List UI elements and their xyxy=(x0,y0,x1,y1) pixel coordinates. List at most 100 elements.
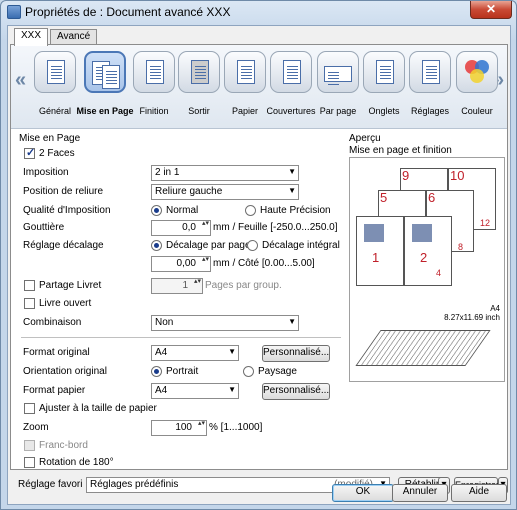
fit-checkbox[interactable] xyxy=(24,403,35,414)
chevron-down-icon: ▼ xyxy=(288,167,296,176)
preview-section-title: Aperçu xyxy=(349,133,381,144)
shift-per-page-label: Décalage par page xyxy=(166,240,251,251)
dialog-window: Propriétés de : Document avancé XXX ✕ XX… xyxy=(0,0,517,510)
close-button[interactable]: ✕ xyxy=(470,1,512,19)
original-format-select[interactable]: A4 ▼ xyxy=(151,345,239,361)
shift-integral-label: Décalage intégral xyxy=(262,240,340,251)
printer-icon xyxy=(34,51,76,93)
shift-per-page-radio[interactable] xyxy=(151,240,162,251)
layout-icon xyxy=(84,51,126,93)
layout-section-title: Mise en Page xyxy=(19,133,81,144)
help-button[interactable]: Aide xyxy=(451,484,507,502)
page-number: 5 xyxy=(380,190,388,205)
paper-icon xyxy=(224,51,266,93)
original-format-label: Format original xyxy=(23,347,90,358)
paper-format-value: A4 xyxy=(155,385,168,396)
paper-tray-illustration xyxy=(355,330,491,366)
zoom-label: Zoom xyxy=(23,422,49,433)
shift-input[interactable]: 0,00 xyxy=(151,256,211,272)
flower-image-icon xyxy=(364,224,384,242)
orientation-label: Orientation original xyxy=(23,366,107,377)
quality-label: Qualité d'Imposition xyxy=(23,205,111,216)
booklet-checkbox[interactable] xyxy=(24,280,35,291)
open-book-label: Livre ouvert xyxy=(39,298,92,309)
quality-normal-radio[interactable] xyxy=(151,205,162,216)
tabs-icon xyxy=(363,51,405,93)
zoom-unit: % [1...1000] xyxy=(209,422,263,433)
page-number: 9 xyxy=(402,168,410,183)
page-number: 12 xyxy=(480,218,491,228)
paper-format-select[interactable]: A4 ▼ xyxy=(151,383,239,399)
ok-button[interactable]: OK xyxy=(332,484,394,502)
binding-label: Position de reliure xyxy=(23,186,104,197)
paper-custom-button[interactable]: Personnalisé... xyxy=(262,383,330,400)
borderless-checkbox[interactable] xyxy=(24,440,35,451)
two-faces-label: 2 Faces xyxy=(39,148,75,159)
shift-integral-radio[interactable] xyxy=(247,240,258,251)
landscape-label: Paysage xyxy=(258,366,297,377)
fit-label: Ajuster à la taille de papier xyxy=(39,403,157,414)
tab-avance[interactable]: Avancé xyxy=(50,29,98,45)
window-title: Propriétés de : Document avancé XXX xyxy=(25,5,231,19)
chevron-down-icon: ▼ xyxy=(288,186,296,195)
landscape-radio[interactable] xyxy=(243,366,254,377)
ribbon-couleur[interactable]: Couleur xyxy=(452,51,502,125)
color-icon xyxy=(456,51,498,93)
per-page-icon xyxy=(317,51,359,93)
preview-pane: 9 10 5 6 1 2 4 8 12 A4 8.27x11.69 inch xyxy=(349,157,505,382)
cover-icon xyxy=(270,51,312,93)
paper-format-label: Format papier xyxy=(23,385,86,396)
imposition-select[interactable]: 2 in 1 ▼ xyxy=(151,165,299,181)
chevron-down-icon: ▼ xyxy=(228,385,236,394)
rotate-label: Rotation de 180° xyxy=(39,457,114,468)
shift-label: Réglage décalage xyxy=(23,240,104,251)
output-tray-icon xyxy=(178,51,220,93)
gutter-label: Gouttière xyxy=(23,222,65,233)
combination-value: Non xyxy=(155,317,174,328)
portrait-radio[interactable] xyxy=(151,366,162,377)
booklet-label: Partage Livret xyxy=(39,280,102,291)
binding-select[interactable]: Reliure gauche ▼ xyxy=(151,184,299,200)
flower-image-icon xyxy=(412,224,432,242)
title-bar[interactable]: Propriétés de : Document avancé XXX ✕ xyxy=(1,1,516,23)
dialog-client: XXX Avancé « » Général Mise en Page Fini… xyxy=(7,25,511,505)
borderless-label: Franc-bord xyxy=(39,440,88,451)
booklet-unit: Pages par group. xyxy=(205,280,282,291)
shift-unit: mm / Côté [0.00...5.00] xyxy=(213,258,315,269)
two-faces-checkbox[interactable] xyxy=(24,146,35,159)
original-format-value: A4 xyxy=(155,347,168,358)
combination-select[interactable]: Non ▼ xyxy=(151,315,299,331)
portrait-label: Portrait xyxy=(166,366,199,377)
tab-panel: « » Général Mise en Page Finition Sortir xyxy=(10,44,508,470)
rotate-checkbox[interactable] xyxy=(24,457,35,468)
section-divider xyxy=(21,337,341,338)
quality-normal-label: Normal xyxy=(166,205,199,216)
paper-dims-label: 8.27x11.69 inch xyxy=(444,313,500,322)
tab-xxx[interactable]: XXX xyxy=(14,28,49,46)
open-book-checkbox[interactable] xyxy=(24,298,35,309)
page-number: 6 xyxy=(428,190,436,205)
paper-size-label: A4 xyxy=(490,304,500,313)
ribbon-general[interactable]: Général xyxy=(30,51,80,125)
zoom-input[interactable]: 100 xyxy=(151,420,207,436)
quality-high-label: Haute Précision xyxy=(260,205,331,216)
quality-high-radio[interactable] xyxy=(245,205,256,216)
page-number: 1 xyxy=(372,250,380,265)
favorites-value: Réglages prédéfinis xyxy=(90,479,179,490)
page-number: 8 xyxy=(458,242,464,252)
combination-label: Combinaison xyxy=(23,317,82,328)
original-custom-button[interactable]: Personnalisé... xyxy=(262,345,330,362)
page-number: 2 xyxy=(420,250,428,265)
imposition-value: 2 in 1 xyxy=(155,167,180,178)
scroll-left-arrow-icon[interactable]: « xyxy=(15,69,26,92)
binding-value: Reliure gauche xyxy=(155,186,223,197)
booklet-input[interactable]: 1 xyxy=(151,278,203,294)
category-ribbon: « » Général Mise en Page Finition Sortir xyxy=(11,45,507,129)
finishing-icon xyxy=(133,51,175,93)
cancel-button[interactable]: Annuler xyxy=(392,484,448,502)
settings-icon xyxy=(409,51,451,93)
ribbon-couleur-label: Couleur xyxy=(461,106,493,116)
printer-app-icon xyxy=(7,5,21,19)
gutter-unit: mm / Feuille [-250.0...250.0] xyxy=(213,222,338,233)
gutter-input[interactable]: 0,0 xyxy=(151,220,211,236)
